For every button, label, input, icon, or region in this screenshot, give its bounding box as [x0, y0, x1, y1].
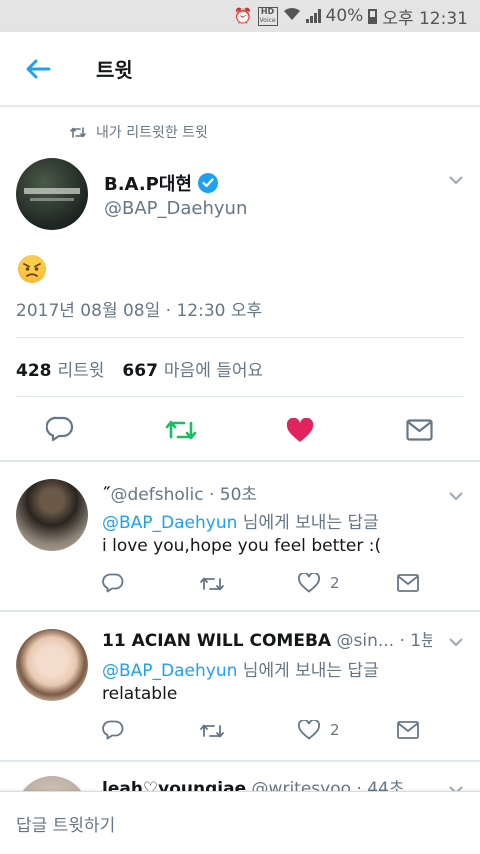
alarm-icon: ⏰ — [233, 7, 253, 25]
author-name-row[interactable]: B.A.P대현 — [104, 170, 218, 196]
battery-percent: 40% — [325, 6, 364, 26]
like-count: 2 — [330, 721, 340, 739]
reply-author-name[interactable]: leah♡youngjae — [102, 779, 246, 791]
like-stat[interactable]: 667 마음에 들어요 — [122, 356, 263, 381]
reply-icon[interactable] — [102, 720, 124, 740]
like-heart-icon[interactable]: 2 — [298, 720, 340, 740]
retweet-context: 내가 리트윗한 트윗 — [70, 122, 208, 142]
battery-icon — [368, 8, 378, 24]
avatar[interactable] — [16, 158, 88, 230]
retweet-icon — [70, 126, 86, 138]
tweet-author: B.A.P대현 @BAP_Daehyun — [16, 158, 466, 230]
reply-actions: 2 — [0, 571, 480, 599]
reply-actions: 2 — [0, 718, 480, 746]
status-bar: ⏰ HD Voice 40% 오후 12:31 — [0, 0, 480, 32]
page-title: 트윗 — [96, 58, 133, 82]
retweet-icon[interactable] — [165, 418, 197, 442]
wifi-icon — [283, 7, 301, 25]
reply-header: leah♡youngjae @writesyoo · 44초 — [102, 774, 432, 791]
reply-compose-bar[interactable]: 답글 트윗하기 — [0, 791, 480, 853]
chevron-down-icon[interactable] — [448, 632, 464, 651]
author-name[interactable]: B.A.P대현 — [104, 170, 192, 196]
divider — [16, 396, 464, 397]
divider — [16, 337, 464, 338]
reply-time: · 50초 — [208, 485, 258, 505]
retweet-stat[interactable]: 428 리트윗 — [16, 356, 104, 381]
reply-time: · 1분 — [399, 631, 432, 651]
retweet-icon[interactable] — [199, 722, 225, 740]
retweet-icon[interactable] — [199, 575, 225, 593]
angry-face-icon — [18, 255, 46, 283]
mention-link[interactable]: @BAP_Daehyun — [102, 513, 237, 533]
reply-icon[interactable] — [46, 416, 74, 442]
tweet-stats: 428 리트윗 667 마음에 들어요 — [16, 356, 263, 381]
reply-author-handle[interactable]: @sin... — [336, 631, 394, 651]
replying-to: @BAP_Daehyun 님에게 보내는 답글 — [102, 661, 379, 681]
like-heart-icon[interactable]: 2 — [298, 573, 340, 593]
reply-icon[interactable] — [102, 573, 124, 593]
author-handle[interactable]: @BAP_Daehyun — [104, 198, 247, 219]
app-bar: 트윗 — [0, 32, 480, 106]
clock: 오후 12:31 — [382, 8, 468, 29]
replying-to: @BAP_Daehyun 님에게 보내는 답글 — [102, 513, 379, 533]
direct-message-icon[interactable] — [397, 721, 419, 739]
tweet-actions — [0, 410, 480, 450]
reply-tweet[interactable]: ˝@defsholic · 50초 @BAP_Daehyun 님에게 보내는 답… — [0, 462, 480, 610]
avatar[interactable] — [16, 629, 88, 701]
chevron-down-icon[interactable] — [448, 170, 464, 189]
direct-message-icon[interactable] — [406, 419, 433, 441]
tweet-timestamp: 2017년 08월 08일 · 12:30 오후 — [16, 301, 263, 321]
like-heart-icon[interactable] — [286, 418, 314, 443]
reply-tweet[interactable]: leah♡youngjae @writesyoo · 44초 — [0, 762, 480, 791]
reply-text: relatable — [102, 684, 178, 704]
reply-input[interactable]: 답글 트윗하기 — [16, 792, 115, 854]
signal-icon — [305, 9, 321, 23]
reply-header: ˝@defsholic · 50초 — [102, 480, 432, 505]
reply-time: · 44초 — [356, 779, 405, 791]
hd-voice-icon: HD Voice — [257, 6, 278, 26]
reply-header: 11 ACIAN WILL COMEBA @sin... · 1분 — [102, 626, 432, 651]
like-count: 2 — [330, 574, 340, 592]
mention-link[interactable]: @BAP_Daehyun — [102, 661, 237, 681]
avatar[interactable] — [16, 479, 88, 551]
chevron-down-icon[interactable] — [448, 486, 464, 505]
reply-author-handle[interactable]: @writesyoo — [252, 779, 351, 791]
reply-author-name[interactable]: ˝ — [102, 485, 111, 505]
chevron-down-icon[interactable] — [448, 780, 464, 791]
reply-author-name[interactable]: 11 ACIAN WILL COMEBA — [102, 631, 331, 651]
back-arrow-icon[interactable] — [18, 49, 58, 89]
verified-badge-icon — [197, 173, 218, 193]
reply-tweet[interactable]: 11 ACIAN WILL COMEBA @sin... · 1분 @BAP_D… — [0, 612, 480, 760]
retweet-context-label: 내가 리트윗한 트윗 — [96, 125, 208, 141]
direct-message-icon[interactable] — [397, 574, 419, 592]
reply-text: i love you,hope you feel better :( — [102, 536, 382, 556]
reply-author-handle[interactable]: @defsholic — [111, 485, 204, 505]
avatar[interactable] — [16, 776, 88, 791]
